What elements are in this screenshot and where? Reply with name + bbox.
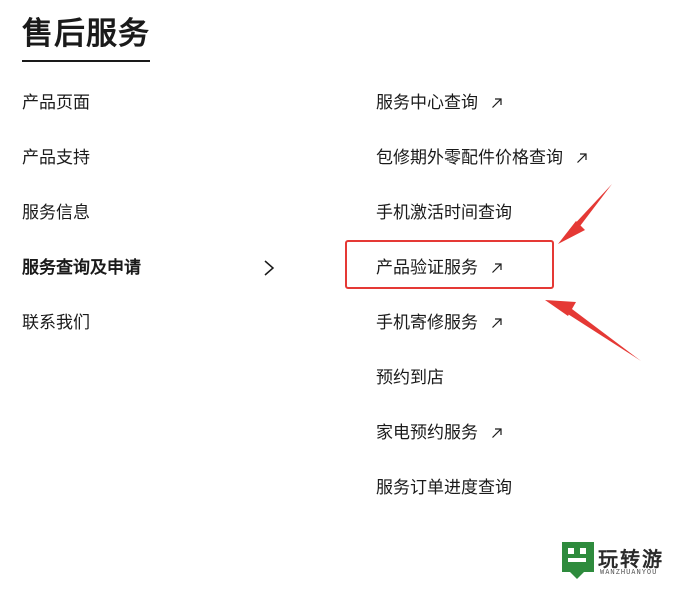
annotation-arrow-upper [558,184,612,244]
watermark: 玩转游 WANZHUANYOU [560,540,670,582]
watermark-subtext: WANZHUANYOU [600,568,658,576]
annotation-arrow-lower [545,300,641,361]
annotation-arrows [545,184,641,361]
watermark-logo-icon [562,542,594,579]
